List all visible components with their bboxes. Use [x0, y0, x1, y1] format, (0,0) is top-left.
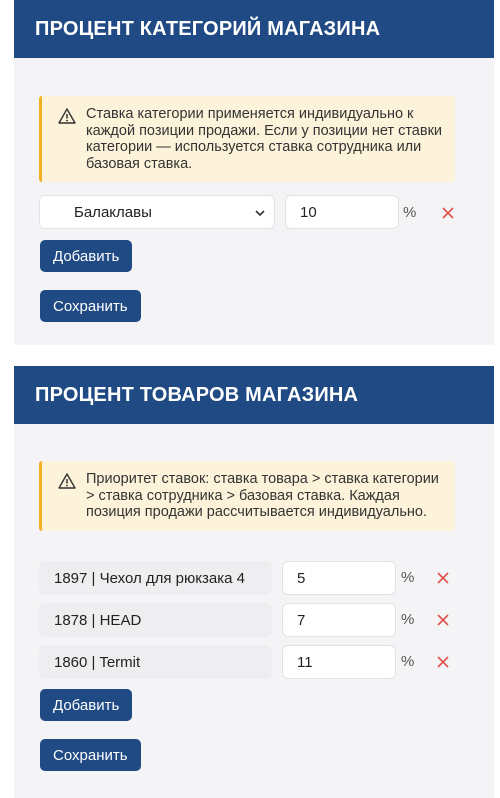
close-icon[interactable] — [436, 655, 450, 669]
close-icon[interactable] — [441, 206, 455, 220]
category-panel-title: ПРОЦЕНТ КАТЕГОРИЙ МАГАЗИНА — [14, 0, 494, 58]
category-percent-input[interactable]: 10 — [285, 195, 399, 229]
product-add-button[interactable]: Добавить — [40, 689, 133, 721]
category-percent-panel: ПРОЦЕНТ КАТЕГОРИЙ МАГАЗИНА Ставка катего… — [14, 0, 494, 345]
category-save-button[interactable]: Сохранить — [40, 290, 141, 322]
product-name-field: 1897 | Чехол для рюкзака 4 — [39, 561, 272, 595]
percent-sign: % — [401, 653, 415, 670]
product-save-button[interactable]: Сохранить — [40, 739, 141, 771]
warning-icon — [58, 108, 76, 124]
product-name-field: 1860 | Termit — [39, 645, 272, 679]
close-icon[interactable] — [436, 571, 450, 585]
product-percent-input[interactable]: 11 — [282, 645, 396, 679]
percent-sign: % — [401, 611, 415, 628]
category-add-button[interactable]: Добавить — [40, 240, 133, 272]
product-percent-panel: ПРОЦЕНТ ТОВАРОВ МАГАЗИНА Приоритет ставо… — [14, 366, 494, 798]
product-panel-title: ПРОЦЕНТ ТОВАРОВ МАГАЗИНА — [14, 366, 494, 424]
category-select-value: Балаклавы — [74, 203, 152, 221]
product-name-field: 1878 | HEAD — [39, 603, 272, 637]
category-select[interactable]: Балаклавы — [39, 195, 275, 229]
product-percent-input[interactable]: 7 — [282, 603, 396, 637]
chevron-down-icon — [255, 210, 265, 217]
product-percent-input[interactable]: 5 — [282, 561, 396, 595]
percent-sign: % — [401, 569, 415, 586]
product-info-note: Приоритет ставок: ставка товара > ставка… — [39, 461, 455, 531]
category-info-note: Ставка категории применяется индивидуаль… — [39, 96, 455, 182]
close-icon[interactable] — [436, 613, 450, 627]
product-note-text: Приоритет ставок: ставка товара > ставка… — [86, 471, 439, 520]
percent-sign: % — [403, 204, 417, 221]
warning-icon — [58, 473, 76, 489]
category-note-text: Ставка категории применяется индивидуаль… — [86, 106, 443, 172]
